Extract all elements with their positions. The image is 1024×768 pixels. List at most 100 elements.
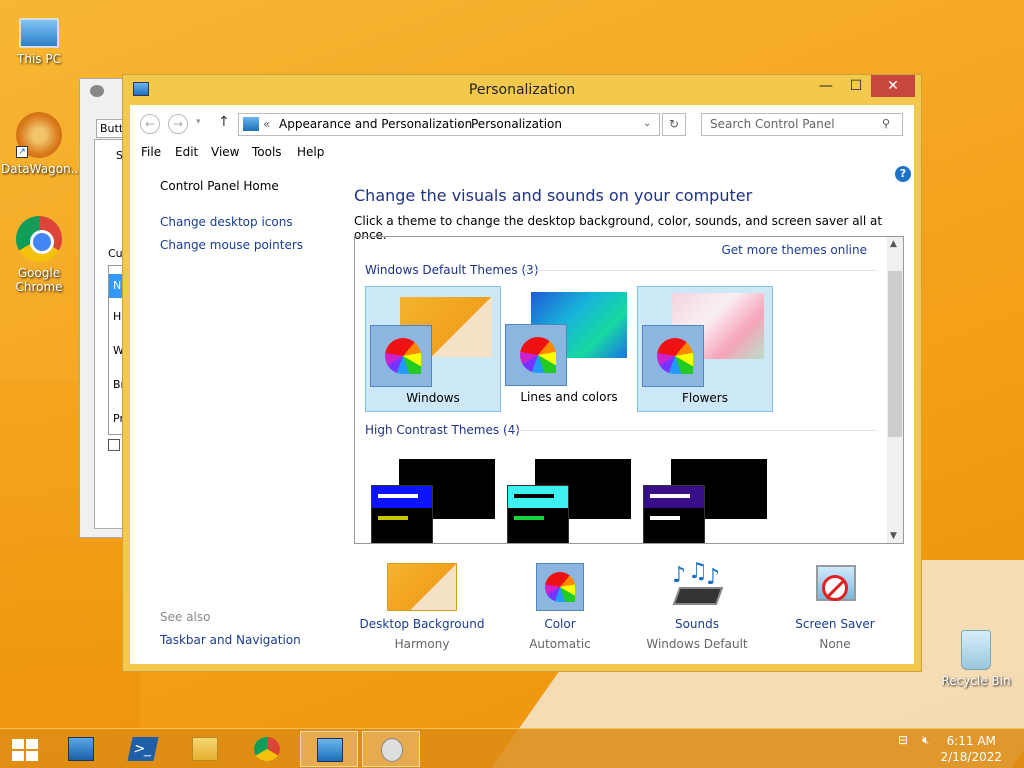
address-dropdown-icon[interactable]: ⌄ [643, 118, 651, 129]
breadcrumb-appearance[interactable]: Appearance and Personalization [279, 117, 472, 131]
scroll-down-icon[interactable]: ▼ [890, 531, 897, 541]
divider [523, 270, 877, 271]
address-bar-row: ← → ▾ ↑ « Appearance and Personalization… [130, 105, 914, 141]
hc-accent [514, 516, 544, 520]
taskbar-powershell[interactable]: >_ [116, 731, 168, 767]
theme-thumbnail [507, 485, 569, 543]
menu-file[interactable]: File [141, 145, 161, 159]
search-icon[interactable]: ⚲ [882, 117, 890, 130]
get-more-themes-link[interactable]: Get more themes online [721, 243, 867, 257]
clock[interactable]: 6:11 AM 2/18/2022 [940, 733, 1002, 765]
menu-help[interactable]: Help [297, 145, 324, 159]
help-icon[interactable]: ? [895, 166, 911, 182]
maximize-button[interactable]: ☐ [841, 75, 871, 97]
menu-edit[interactable]: Edit [175, 145, 198, 159]
mouse-icon [90, 85, 104, 97]
control-panel-icon [317, 738, 343, 762]
page-title: Change the visuals and sounds on your co… [354, 186, 753, 205]
recent-dropdown-icon[interactable]: ▾ [196, 117, 201, 127]
option-title[interactable]: Screen Saver [765, 617, 905, 631]
color-option[interactable]: Color Automatic [490, 563, 630, 651]
folder-icon [192, 737, 218, 761]
control-panel-icon [243, 117, 259, 131]
title-bar[interactable]: Personalization — ☐ ✕ [123, 75, 921, 105]
menu-view[interactable]: View [211, 145, 239, 159]
address-box[interactable]: « Appearance and Personalization › Perso… [238, 113, 660, 136]
change-desktop-icons-link[interactable]: Change desktop icons [160, 215, 293, 229]
desktop-icon-this-pc[interactable]: This PC [1, 10, 77, 66]
theme-lines-and-colors[interactable]: Lines and colors [501, 286, 637, 412]
desktop-icon-recycle-bin[interactable]: Recycle Bin [938, 630, 1014, 688]
option-title[interactable]: Sounds [627, 617, 767, 631]
hc-titlebar [372, 486, 432, 508]
divider [507, 430, 877, 431]
taskbar-file-explorer[interactable] [178, 731, 230, 767]
close-button[interactable]: ✕ [871, 75, 915, 97]
taskbar-control-panel[interactable] [300, 731, 358, 767]
up-button[interactable]: ↑ [218, 114, 230, 130]
breadcrumb-overflow[interactable]: « [263, 117, 270, 131]
option-title[interactable]: Color [490, 617, 630, 631]
scrollbar[interactable]: ▲ ▼ [887, 237, 903, 543]
scroll-up-icon[interactable]: ▲ [890, 239, 897, 249]
desktop-background-icon [387, 563, 457, 611]
theme-high-contrast-1[interactable] [365, 459, 501, 543]
sounds-option[interactable]: ♪ ♫ ♪ Sounds Windows Default [627, 559, 767, 651]
theme-label: Flowers [682, 391, 728, 405]
forward-button[interactable]: → [168, 114, 188, 134]
control-panel-home-link[interactable]: Control Panel Home [160, 179, 279, 193]
powershell-icon: >_ [127, 737, 159, 761]
breadcrumb-personalization[interactable]: Personalization [471, 117, 562, 131]
themes-list[interactable]: Get more themes online Windows Default T… [354, 236, 904, 544]
personalization-window: Personalization — ☐ ✕ ← → ▾ ↑ « Appearan… [122, 74, 922, 672]
theme-high-contrast-3[interactable] [637, 459, 773, 543]
option-title[interactable]: Desktop Background [352, 617, 492, 631]
search-input[interactable]: Search Control Panel [701, 113, 903, 136]
checkbox[interactable] [108, 439, 120, 451]
desktop-background-option[interactable]: Desktop Background Harmony [352, 563, 492, 651]
list-item[interactable]: H [113, 310, 121, 323]
taskbar-mouse-properties[interactable] [362, 731, 420, 767]
theme-label: Lines and colors [520, 390, 618, 404]
chrome-icon [254, 737, 280, 761]
recycle-bin-icon [961, 630, 991, 670]
menu-tools[interactable]: Tools [252, 145, 282, 159]
color-palette-icon [642, 325, 704, 387]
back-button[interactable]: ← [140, 114, 160, 134]
taskbar-chrome[interactable] [240, 731, 292, 767]
theme-high-contrast-2[interactable] [501, 459, 637, 543]
color-icon [536, 563, 584, 611]
desktop-icon-label: Google Chrome [15, 266, 63, 294]
taskbar: >_ ⊟ 🔇︎ 6:11 AM 2/18/2022 [0, 728, 1024, 768]
group-header-default: Windows Default Themes (3) [365, 263, 539, 277]
desktop-icon-label: DataWagon... [1, 162, 83, 176]
datawagon-icon: ↗ [16, 112, 62, 158]
network-icon[interactable]: ⊟ [898, 733, 908, 747]
minimize-button[interactable]: — [811, 75, 841, 97]
scroll-thumb[interactable] [888, 271, 902, 437]
taskbar-server-manager[interactable] [54, 731, 106, 767]
breadcrumb-separator[interactable]: › [457, 117, 462, 131]
window-title: Personalization [468, 82, 576, 98]
computer-icon [19, 18, 59, 48]
theme-thumbnail [643, 485, 705, 543]
screen-saver-icon [800, 563, 870, 611]
change-mouse-pointers-link[interactable]: Change mouse pointers [160, 238, 303, 252]
desktop-icon-label: Recycle Bin [941, 674, 1011, 688]
refresh-button[interactable]: ↻ [662, 113, 686, 136]
theme-flowers[interactable]: Flowers [637, 286, 773, 412]
hc-titlebar [644, 486, 704, 508]
desktop-icon-datawagon[interactable]: ↗ DataWagon... [1, 112, 83, 176]
volume-muted-icon[interactable]: 🔇︎ [922, 733, 930, 748]
start-button[interactable] [0, 731, 52, 767]
window-content: ← → ▾ ↑ « Appearance and Personalization… [130, 105, 914, 664]
theme-label: Windows [406, 391, 460, 405]
mouse-icon [381, 738, 403, 762]
clock-date: 2/18/2022 [940, 750, 1002, 764]
taskbar-navigation-link[interactable]: Taskbar and Navigation [160, 633, 301, 647]
screen-saver-option[interactable]: Screen Saver None [765, 563, 905, 651]
see-also-label: See also [160, 610, 211, 624]
clock-time: 6:11 AM [946, 734, 996, 748]
theme-windows[interactable]: Windows [365, 286, 501, 412]
desktop-icon-chrome[interactable]: Google Chrome [1, 216, 77, 294]
